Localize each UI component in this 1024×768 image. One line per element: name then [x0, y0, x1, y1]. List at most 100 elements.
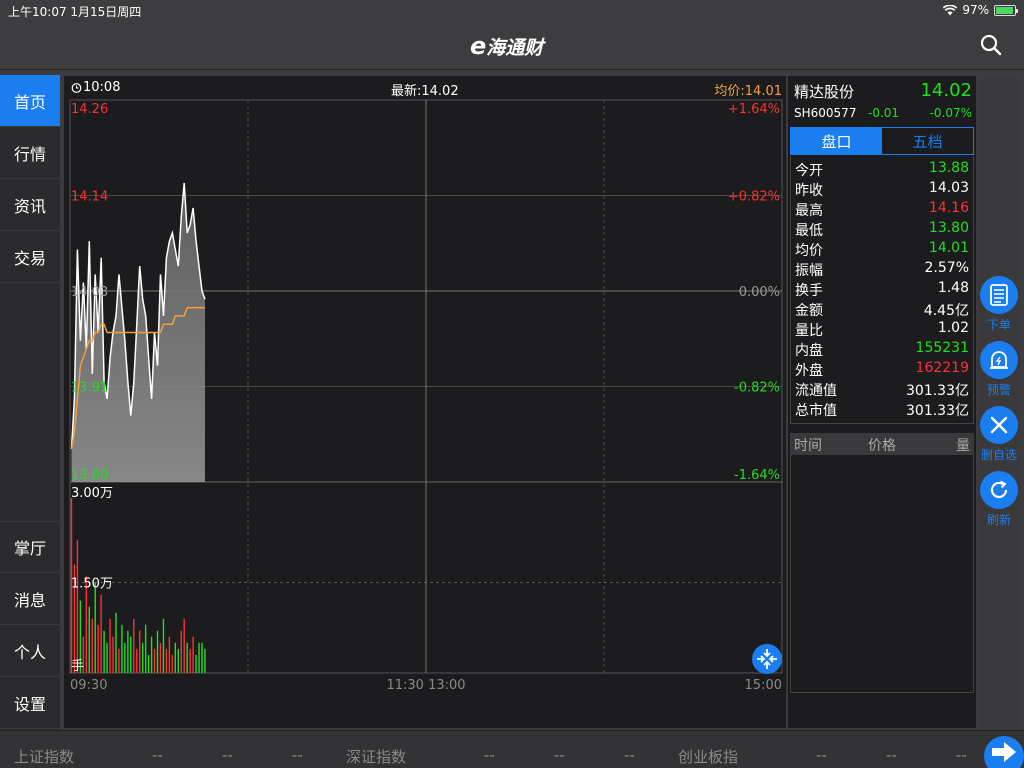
pct-axis-label: +1.64%: [728, 102, 780, 117]
tools-bar: 下单 预警 删自选 刷新: [978, 76, 1020, 728]
price-axis-label: 14.03: [71, 285, 108, 300]
stat-row: 均价 14.01: [795, 240, 969, 260]
stat-row: 总市值 301.33亿: [795, 400, 969, 420]
pct-axis-label: -0.82%: [734, 381, 780, 396]
volume-mid-label: 1.50万: [71, 577, 113, 592]
stock-change: -0.01: [868, 106, 900, 120]
price-axis-label: 13.80: [71, 468, 108, 483]
stat-label: 外盘: [795, 363, 823, 379]
stat-value: 1.48: [937, 280, 969, 296]
document-icon: [990, 284, 1008, 306]
stat-value: 301.33亿: [906, 383, 969, 399]
stat-label: 总市值: [795, 403, 837, 419]
stat-value: 162219: [915, 360, 969, 376]
stat-label: 最低: [795, 223, 823, 239]
index-name-shanghai[interactable]: 上证指数: [14, 746, 74, 767]
index-value-shanghai-1: --: [152, 746, 163, 764]
order-button[interactable]: 下单: [978, 276, 1020, 333]
stat-label: 内盘: [795, 343, 823, 359]
stat-row: 外盘 162219: [795, 360, 969, 380]
index-value-shenzhen-3: --: [624, 746, 635, 764]
alert-label: 预警: [986, 383, 1011, 397]
battery-level-fill: [996, 6, 1014, 14]
time-label-close: 15:00: [745, 678, 782, 693]
remove-watchlist-button[interactable]: 删自选: [978, 406, 1020, 463]
stock-name: 精达股份: [794, 83, 855, 101]
index-value-shanghai-3: --: [292, 746, 303, 764]
app-root: 上午10:07 1月15日周四 97% e海通财 首页 行情 资讯 交易 掌厅 …: [0, 0, 1024, 768]
stat-row: 振幅 2.57%: [795, 260, 969, 280]
index-value-chinext-2: --: [886, 746, 897, 764]
tab-five-levels[interactable]: 五档: [882, 128, 973, 154]
sidebar-item-hall[interactable]: 掌厅: [0, 521, 60, 573]
top-bar: 上午10:07 1月15日周四 97% e海通财: [0, 0, 1024, 70]
refresh-label: 刷新: [986, 513, 1011, 527]
stock-price: 14.02: [920, 80, 972, 101]
stat-value: 1.02: [937, 320, 969, 336]
index-value-shenzhen-2: --: [554, 746, 565, 764]
stat-value: 13.80: [928, 220, 969, 236]
timeshare-chart[interactable]: 14.26 14.14 14.03 13.91 13.80 +1.64% +0.82% 0.0…: [64, 76, 786, 728]
arrow-right-icon: [992, 742, 1016, 762]
quote-panel: 精达股份 14.02 SH600577 -0.01 -0.07% 盘口 五档 今…: [788, 76, 976, 728]
stat-row: 昨收 14.03: [795, 180, 969, 200]
ticks-header: 时间 价格 量: [790, 433, 974, 455]
stat-label: 最高: [795, 203, 823, 219]
sidebar-item-market[interactable]: 行情: [0, 127, 60, 179]
clock-icon: [71, 83, 82, 93]
stat-label: 今开: [795, 163, 823, 179]
price-axis-label: 14.14: [71, 190, 108, 205]
status-right: 97%: [943, 3, 1018, 17]
stat-label: 金额: [795, 303, 823, 319]
stat-value: 4.45亿: [923, 303, 969, 319]
index-value-chinext-3: --: [956, 746, 967, 764]
close-icon: [990, 416, 1008, 434]
chart-time: 10:08: [83, 80, 121, 95]
status-time: 上午10:07 1月15日周四: [8, 5, 142, 19]
index-name-chinext[interactable]: 创业板指: [678, 746, 738, 767]
refresh-button[interactable]: 刷新: [978, 471, 1020, 528]
sidebar-item-trade[interactable]: 交易: [0, 231, 60, 283]
stat-label: 昨收: [795, 183, 823, 199]
time-label-noon: 11:30 13:00: [386, 678, 465, 693]
sidebar-item-settings[interactable]: 设置: [0, 677, 60, 729]
stat-row: 量比 1.02: [795, 320, 969, 340]
volume-max-label: 3.00万: [71, 486, 113, 501]
timeshare-chart-panel[interactable]: 14.26 14.14 14.03 13.91 13.80 +1.64% +0.82% 0.0…: [64, 76, 786, 728]
stat-value: 13.88: [928, 160, 969, 176]
tab-order-book[interactable]: 盘口: [791, 128, 882, 154]
stats-table: 今开 13.88 昨收 14.03 最高 14.16 最低 13.80 均价 14.01 振幅 2.5…: [790, 156, 974, 424]
search-icon[interactable]: [980, 34, 1002, 56]
ticks-col-price: 价格: [868, 438, 896, 454]
index-bar[interactable]: 上证指数 -- -- -- 深证指数 -- -- -- 创业板指 -- -- -…: [0, 730, 1024, 768]
ticks-col-volume: 量: [956, 438, 970, 454]
wifi-icon: [943, 4, 958, 15]
index-value-shanghai-2: --: [222, 746, 233, 764]
index-name-shenzhen[interactable]: 深证指数: [346, 746, 406, 767]
app-logo: e海通财: [470, 32, 543, 60]
ticks-list[interactable]: [790, 455, 974, 693]
ticks-col-time: 时间: [794, 438, 822, 454]
logo-prefix: e: [470, 32, 487, 60]
pct-axis-label: 0.00%: [739, 285, 780, 300]
stat-row: 换手 1.48: [795, 280, 969, 300]
battery-icon: [994, 4, 1018, 16]
stock-code: SH600577: [794, 106, 857, 120]
stat-value: 155231: [915, 340, 969, 356]
stat-value: 2.57%: [924, 260, 969, 276]
sidebar-item-news[interactable]: 资讯: [0, 179, 60, 231]
stat-value: 301.33亿: [906, 403, 969, 419]
pct-axis-label: -1.64%: [734, 468, 780, 483]
sidebar-item-profile[interactable]: 个人: [0, 625, 60, 677]
stat-label: 振幅: [795, 263, 823, 279]
next-index-button[interactable]: [984, 736, 1024, 768]
index-value-shenzhen-1: --: [484, 746, 495, 764]
alert-button[interactable]: 预警: [978, 341, 1020, 398]
sidebar-item-home[interactable]: 首页: [0, 75, 60, 127]
sidebar-item-messages[interactable]: 消息: [0, 573, 60, 625]
collapse-chart-button[interactable]: [752, 644, 782, 674]
stat-label: 量比: [795, 323, 823, 339]
stat-row: 流通值 301.33亿: [795, 380, 969, 400]
remove-watchlist-label: 删自选: [980, 448, 1017, 462]
stat-label: 换手: [795, 283, 823, 299]
